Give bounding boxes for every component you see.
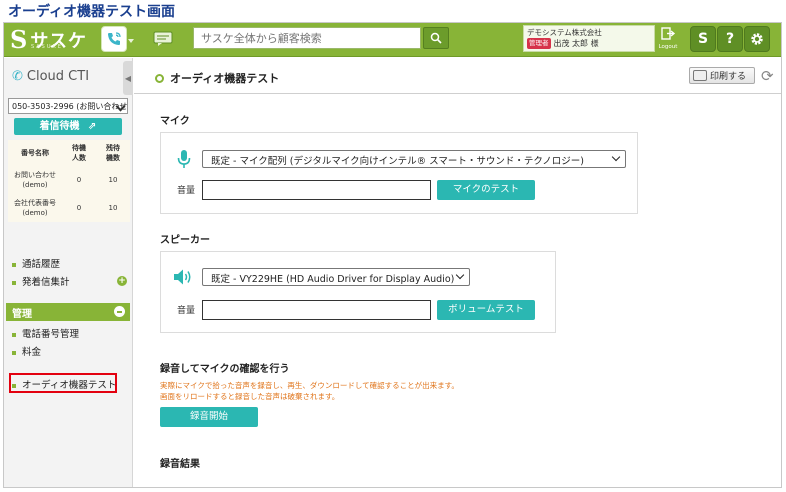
sasuke-menu-button[interactable]: S	[690, 26, 716, 52]
queue-name: お問い合わせ (demo)	[14, 171, 56, 189]
speaker-icon	[174, 269, 191, 285]
phone-number-select[interactable]: 050-3503-2996 (お問い合わせ	[8, 98, 128, 114]
chat-icon[interactable]	[152, 28, 174, 50]
sidebar-item-phone-numbers[interactable]: 電話番号管理	[12, 326, 79, 340]
volume-test-button[interactable]: ボリュームテスト	[437, 300, 535, 320]
phone-icon: ✆	[12, 69, 23, 84]
queue-waiting: 0	[76, 204, 82, 212]
queue-waiting: 0	[76, 176, 82, 184]
sidebar-item-call-stats[interactable]: 発着信集計	[12, 274, 70, 288]
record-result-title: 録音結果	[160, 459, 200, 470]
company-name: デモシステム株式会社	[527, 28, 602, 37]
record-start-button[interactable]: 録音開始	[160, 407, 258, 427]
main-panel: オーディオ機器テスト 印刷する ⟳ マイク 既定 - マイク配列 (デジタルマイ…	[134, 58, 781, 487]
plus-icon[interactable]: +	[117, 276, 127, 286]
sidebar-collapse-button[interactable]: ◀	[123, 61, 133, 95]
sidebar-item-audio-test[interactable]: オーディオ機器テスト	[12, 377, 116, 391]
phone-icon[interactable]	[101, 26, 127, 52]
record-note-line2: 画面をリロードすると録音した音声は破棄されます。	[160, 392, 340, 401]
minus-icon[interactable]	[114, 306, 125, 317]
queue-header-row: 番号名称 待機 人数 残待 機数	[8, 140, 130, 166]
page-title-label: オーディオ機器テスト	[170, 72, 280, 85]
sidebar-section-admin-label: 管理	[12, 309, 32, 320]
sidebar-title-label: Cloud CTI	[26, 69, 90, 84]
record-section-title: 録音してマイクの確認を行う	[160, 364, 290, 375]
mic-volume-meter	[202, 180, 431, 200]
logout-label: Logout	[658, 44, 678, 50]
logo-mark: S	[10, 25, 28, 54]
table-row: お問い合わせ (demo) 0 10	[8, 166, 130, 194]
mic-device-select[interactable]: 既定 - マイク配列 (デジタルマイク向けインテル® スマート・サウンド・テクノ…	[202, 150, 626, 168]
microphone-icon	[177, 150, 191, 168]
gear-icon[interactable]	[744, 26, 770, 52]
search-icon	[430, 32, 442, 44]
queue-remaining: 10	[108, 176, 118, 184]
print-button-label: 印刷する	[710, 72, 747, 82]
queue-table: 番号名称 待機 人数 残待 機数 お問い合わせ (demo) 0 10 会社代表…	[8, 140, 130, 222]
mic-section-title: マイク	[160, 116, 190, 127]
refresh-icon[interactable]: ⟳	[761, 67, 774, 85]
sidebar-section-admin[interactable]: 管理	[6, 303, 130, 321]
page-caption: オーディオ機器テスト画面	[8, 4, 176, 20]
queue-remaining: 10	[108, 204, 118, 212]
user-name: 出茂 太郎 様	[553, 39, 599, 48]
page-title: オーディオ機器テスト	[155, 70, 279, 86]
search-button[interactable]	[423, 27, 449, 49]
chevron-down-icon[interactable]	[128, 39, 134, 43]
customer-search-input[interactable]	[193, 27, 421, 49]
waiting-button-label: 着信待機	[39, 121, 80, 132]
mic-card: 既定 - マイク配列 (デジタルマイク向けインテル® スマート・サウンド・テクノ…	[160, 132, 638, 214]
sidebar-item-call-history[interactable]: 通話履歴	[12, 256, 60, 270]
mic-volume-label: 音量	[177, 186, 196, 196]
record-note-line1: 実際にマイクで拾った音声を録音し、再生、ダウンロードして確認することが出来ます。	[160, 381, 459, 390]
speaker-device-select[interactable]: 既定 - VY229HE (HD Audio Driver for Displa…	[202, 268, 470, 286]
print-button[interactable]: 印刷する	[689, 67, 755, 84]
sidebar-item-billing[interactable]: 料金	[12, 344, 41, 358]
mic-test-button[interactable]: マイクのテスト	[437, 180, 535, 200]
user-info: デモシステム株式会社 管理者 出茂 太郎 様	[523, 25, 655, 52]
title-bullet-icon	[155, 73, 164, 83]
speaker-volume-label: 音量	[177, 306, 196, 316]
printer-icon	[693, 70, 707, 81]
sidebar: ✆ Cloud CTI ◀ 050-3503-2996 (お問い合わせ 着信待機…	[4, 58, 133, 487]
main-header: オーディオ機器テスト 印刷する ⟳	[134, 58, 781, 94]
app-window: S サスケ SASUKE デモシステム株式会社 管理者 出茂 太郎 様 Logo…	[3, 22, 782, 488]
speaker-volume-meter	[202, 300, 431, 320]
logo-subtitle: SASUKE	[31, 44, 63, 50]
top-bar: S サスケ SASUKE デモシステム株式会社 管理者 出茂 太郎 様 Logo…	[4, 23, 781, 57]
sidebar-title: ✆ Cloud CTI	[12, 69, 89, 84]
help-button[interactable]: ?	[717, 26, 743, 52]
speaker-section-title: スピーカー	[160, 235, 210, 246]
queue-header-waiting: 待機 人数	[72, 144, 86, 162]
queue-name: 会社代表番号 (demo)	[14, 199, 56, 217]
external-link-icon: ⇗	[88, 121, 97, 132]
queue-header-name: 番号名称	[21, 149, 49, 157]
table-row: 会社代表番号 (demo) 0 10	[8, 194, 130, 222]
speaker-card: 既定 - VY229HE (HD Audio Driver for Displa…	[160, 251, 556, 333]
role-badge: 管理者	[527, 38, 551, 49]
logout-icon	[661, 27, 676, 40]
logout-button[interactable]: Logout	[657, 26, 679, 53]
waiting-button[interactable]: 着信待機 ⇗	[14, 118, 122, 135]
queue-header-remaining: 残待 機数	[106, 144, 120, 162]
